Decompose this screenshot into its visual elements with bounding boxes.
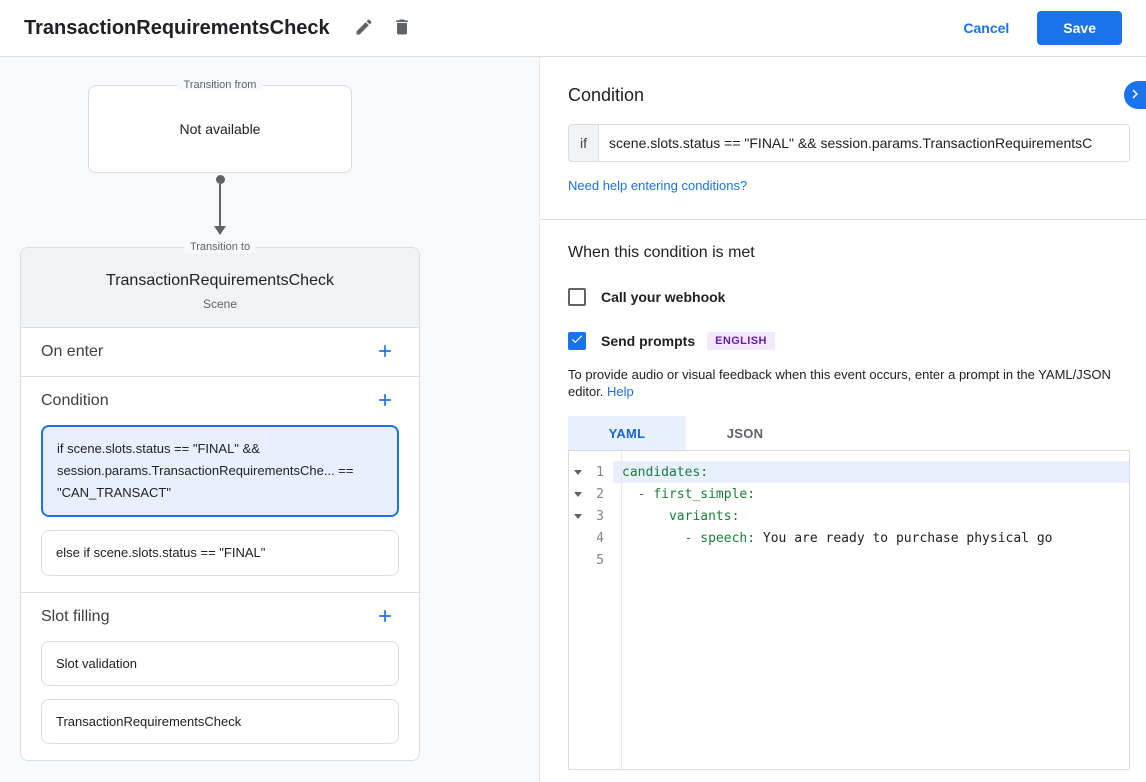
code-text[interactable]: - speech: You are ready to purchase phys… — [613, 527, 1129, 549]
code-line[interactable]: 5 — [569, 549, 1129, 571]
fold-toggle-icon[interactable] — [569, 469, 587, 475]
save-button[interactable]: Save — [1037, 11, 1122, 45]
line-number: 2 — [596, 486, 604, 502]
line-number: 5 — [596, 552, 604, 568]
send-prompts-row: Send prompts ENGLISH — [568, 332, 1130, 350]
code-line[interactable]: 2 - first_simple: — [569, 483, 1129, 505]
tab-yaml[interactable]: YAML — [568, 416, 686, 450]
plus-icon — [375, 341, 395, 364]
delete-button[interactable] — [386, 12, 418, 44]
code-text[interactable]: - first_simple: — [613, 483, 1129, 505]
fold-toggle-icon[interactable] — [569, 513, 587, 519]
plus-icon — [375, 606, 395, 629]
yaml-code-editor[interactable]: 1 candidates: 2 - first_simple: 3 varian… — [568, 450, 1130, 770]
scene-card-header[interactable]: TransactionRequirementsCheck Scene — [21, 248, 419, 328]
transition-from-value: Not available — [179, 121, 261, 137]
line-number: 1 — [596, 464, 604, 480]
plus-icon — [375, 390, 395, 413]
when-condition-met-title: When this condition is met — [568, 244, 755, 261]
webhook-label[interactable]: Call your webhook — [601, 289, 725, 305]
edit-button[interactable] — [348, 12, 380, 44]
code-line[interactable]: 3 variants: — [569, 505, 1129, 527]
condition-expression-row: if — [568, 124, 1130, 162]
condition-item[interactable]: else if scene.slots.status == "FINAL" — [41, 530, 399, 576]
on-enter-label: On enter — [41, 343, 104, 360]
slot-filling-label: Slot filling — [41, 608, 110, 625]
condition-section-label: Condition — [41, 392, 109, 409]
condition-cards: if scene.slots.status == "FINAL" && sess… — [21, 425, 419, 592]
arrow-origin-dot — [215, 175, 225, 184]
trash-icon — [392, 17, 412, 40]
tab-json[interactable]: JSON — [686, 416, 804, 450]
fold-toggle-icon[interactable] — [569, 491, 587, 497]
slot-item-validation[interactable]: Slot validation — [41, 641, 399, 686]
cancel-button[interactable]: Cancel — [963, 20, 1009, 36]
page-title: TransactionRequirementsCheck — [24, 16, 330, 39]
send-prompts-label[interactable]: Send prompts — [601, 333, 695, 349]
transition-to-label: Transition to — [183, 241, 257, 253]
app-header: TransactionRequirementsCheck Cancel Save — [0, 0, 1146, 57]
transition-arrow — [88, 173, 352, 239]
transition-from-label: Transition from — [177, 79, 263, 91]
add-slot-button[interactable] — [371, 603, 399, 631]
add-condition-button[interactable] — [371, 387, 399, 415]
scene-type-label: Scene — [202, 297, 238, 311]
if-prefix-label: if — [568, 124, 598, 162]
pencil-icon — [354, 17, 374, 40]
condition-detail-panel: Condition if Need help entering conditio… — [540, 57, 1146, 782]
main-content: Transition from Not available Transition… — [0, 57, 1146, 782]
add-on-enter-button[interactable] — [371, 338, 399, 366]
chevron-right-icon — [1126, 85, 1144, 106]
code-line[interactable]: 4 - speech: You are ready to purchase ph… — [569, 527, 1129, 549]
condition-item-selected[interactable]: if scene.slots.status == "FINAL" && sess… — [41, 425, 399, 517]
editor-tabs: YAML JSON — [568, 416, 1130, 450]
header-actions: Cancel Save — [963, 11, 1122, 45]
scene-name: TransactionRequirementsCheck — [106, 272, 334, 289]
slot-filling-section-row[interactable]: Slot filling — [21, 593, 419, 641]
line-number: 4 — [596, 530, 604, 546]
arrow-stem — [219, 184, 221, 226]
help-link[interactable]: Help — [607, 384, 634, 399]
code-text[interactable] — [613, 549, 1129, 571]
on-enter-section-row[interactable]: On enter — [21, 328, 419, 376]
section-divider — [540, 219, 1146, 220]
condition-help-link[interactable]: Need help entering conditions? — [568, 178, 747, 193]
slot-cards: Slot validation TransactionRequirementsC… — [21, 641, 419, 760]
send-prompts-checkbox[interactable] — [568, 332, 586, 350]
prompt-hint-body: To provide audio or visual feedback when… — [568, 367, 1111, 399]
line-number: 3 — [596, 508, 604, 524]
arrow-head-icon — [214, 226, 226, 235]
code-text[interactable]: variants: — [613, 505, 1129, 527]
webhook-row: Call your webhook — [568, 288, 1130, 306]
checkmark-icon — [570, 332, 584, 351]
condition-expression-input[interactable] — [598, 124, 1130, 162]
code-text[interactable]: candidates: — [613, 461, 1129, 483]
condition-section-row[interactable]: Condition — [21, 377, 419, 425]
detail-panel-title: Condition — [568, 85, 645, 105]
slot-item-transaction-check[interactable]: TransactionRequirementsCheck — [41, 699, 399, 744]
code-line[interactable]: 1 candidates: — [569, 461, 1129, 483]
webhook-checkbox[interactable] — [568, 288, 586, 306]
transition-from-box: Transition from Not available — [88, 79, 352, 173]
language-badge: ENGLISH — [707, 332, 775, 350]
scene-card: Transition to TransactionRequirementsChe… — [20, 241, 420, 761]
collapse-panel-button[interactable] — [1124, 81, 1146, 109]
scene-canvas-panel: Transition from Not available Transition… — [0, 57, 540, 782]
prompt-hint-text: To provide audio or visual feedback when… — [568, 366, 1130, 400]
